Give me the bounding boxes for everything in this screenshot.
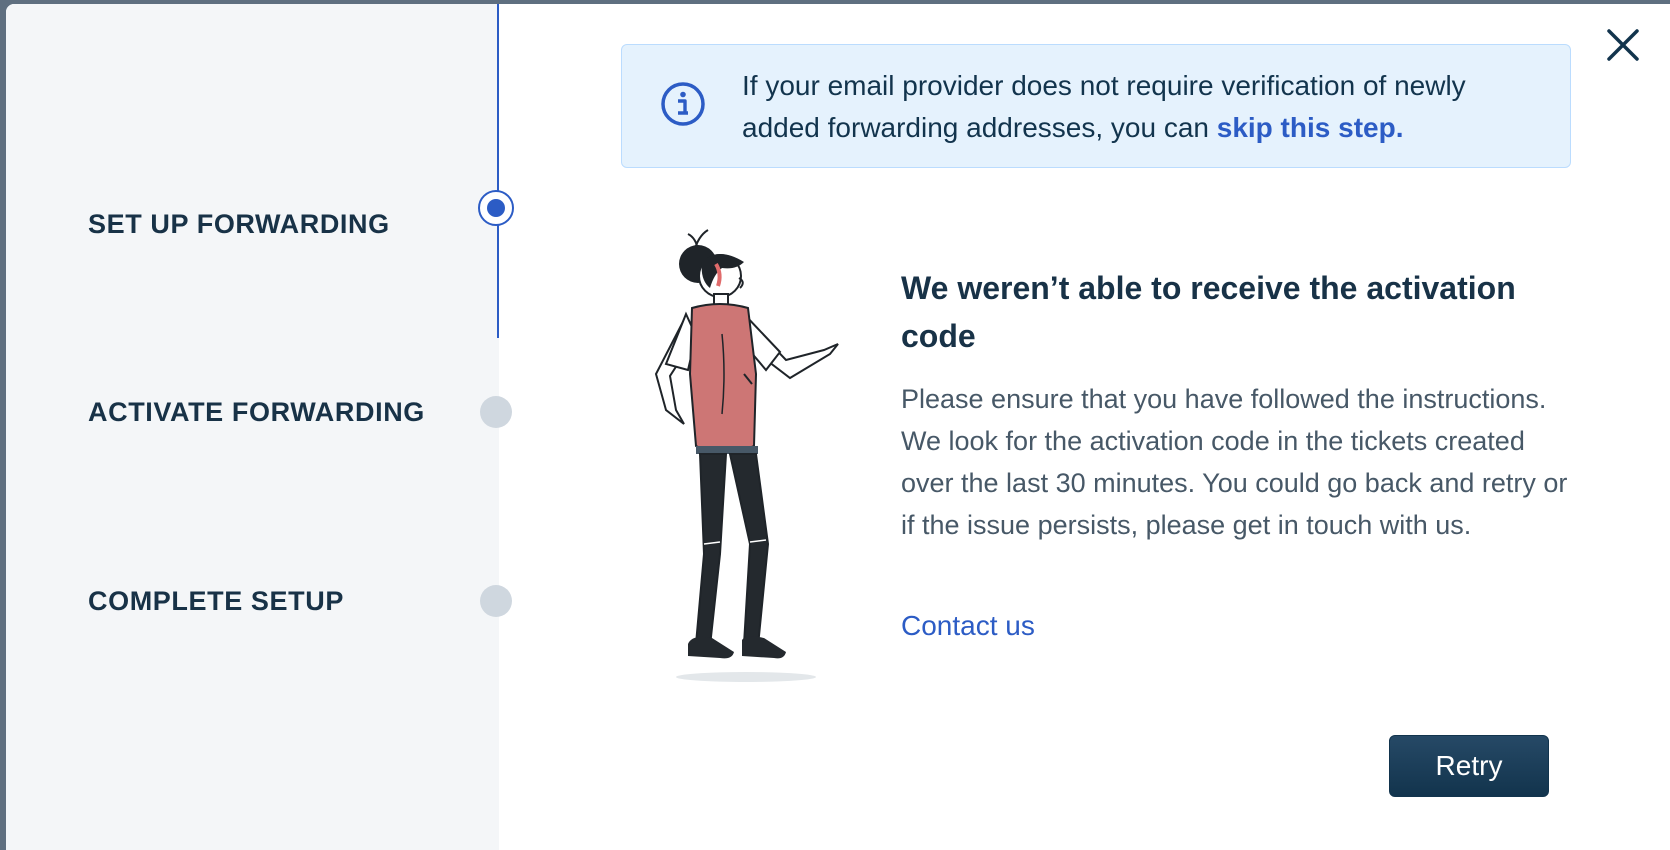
progress-line [497,4,499,338]
close-button[interactable] [1604,26,1642,64]
error-description: Please ensure that you have followed the… [901,384,1568,540]
info-icon [661,82,705,126]
step-activate-forwarding: ACTIVATE FORWARDING [88,397,425,427]
step-indicator-active [478,190,514,226]
retry-button[interactable]: Retry [1389,735,1549,797]
info-banner-text: If your email provider does not require … [742,65,1542,149]
wizard-sidebar: SET UP FORWARDING ACTIVATE FORWARDING CO… [6,4,514,850]
info-banner: If your email provider does not require … [621,44,1571,168]
skip-step-link[interactable]: skip this step. [1217,112,1404,143]
error-heading: We weren’t able to receive the activatio… [901,270,1516,354]
step-set-up-forwarding: SET UP FORWARDING [88,209,390,239]
contact-us-link[interactable]: Contact us [901,610,1035,642]
close-icon [1607,29,1639,61]
forwarding-setup-modal: SET UP FORWARDING ACTIVATE FORWARDING CO… [6,4,1670,850]
step-indicator-pending [480,396,512,428]
woman-illustration [654,229,839,682]
step-complete-setup: COMPLETE SETUP [88,586,344,616]
step-indicator-pending [480,585,512,617]
